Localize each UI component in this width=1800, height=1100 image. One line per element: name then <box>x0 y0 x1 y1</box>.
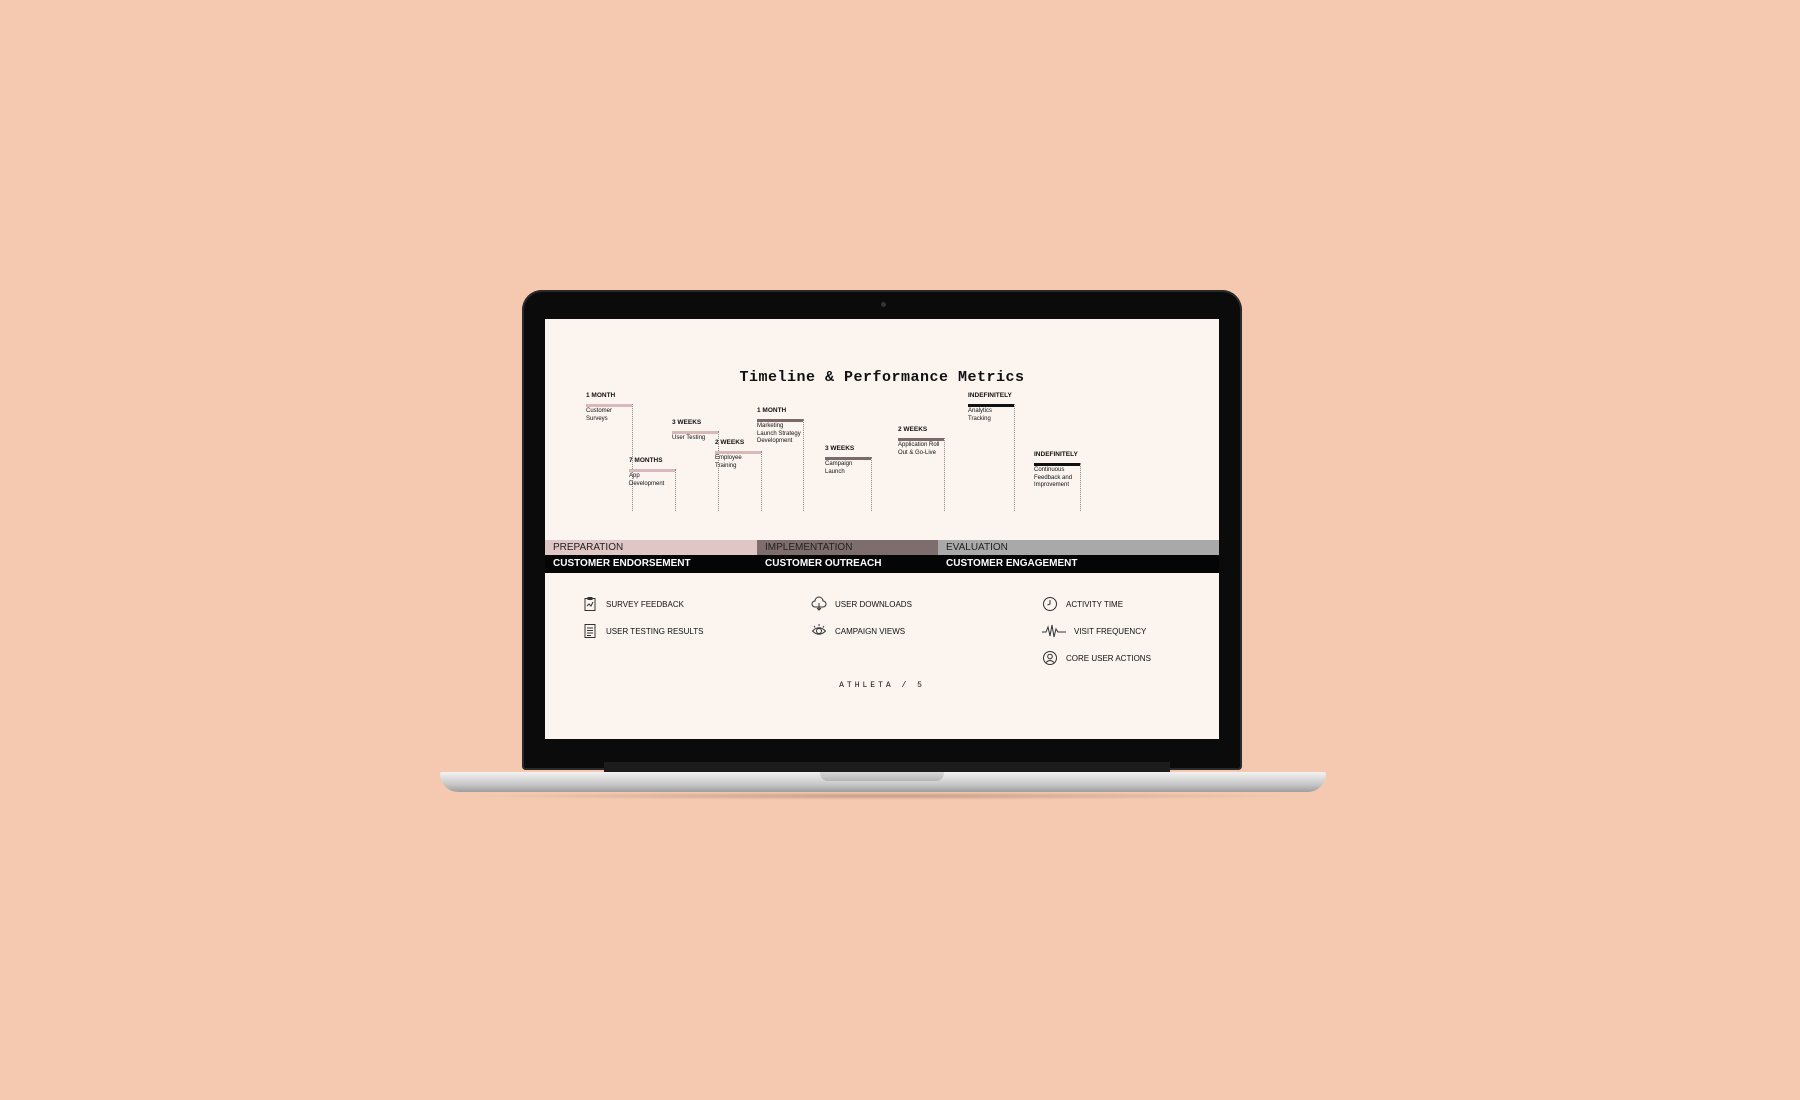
step-label: Continuous Feedback and Improvement <box>1034 467 1073 488</box>
laptop-hinge <box>604 762 1170 772</box>
step-bar <box>629 469 675 472</box>
step-dropline <box>871 457 872 511</box>
step-duration: 2 WEEKS <box>898 426 928 433</box>
laptop-mockup: Timeline & Performance Metrics 1 MONTH C… <box>0 0 1800 1100</box>
step-bar <box>586 404 632 407</box>
slide-title: Timeline & Performance Metrics <box>739 369 1025 386</box>
eye-icon <box>811 624 827 635</box>
step-dropline <box>761 451 762 511</box>
step-duration: INDEFINITELY <box>1034 451 1078 458</box>
laptop-lid: Timeline & Performance Metrics 1 MONTH C… <box>522 290 1242 770</box>
document-list-icon <box>584 624 596 638</box>
metric-label: SURVEY FEEDBACK <box>606 599 684 609</box>
step-duration: 1 MONTH <box>757 407 787 414</box>
metric-activity-time: ACTIVITY TIME <box>1042 596 1123 612</box>
step-dropline <box>1014 404 1015 511</box>
step-label: Application Roll Out & Go-Live <box>898 442 940 456</box>
step-duration: 1 MONTH <box>586 392 616 399</box>
phase-evaluation: EVALUATION <box>938 540 1219 555</box>
step-label: Customer Surveys <box>586 408 613 422</box>
phase-preparation: PREPARATION <box>545 540 757 555</box>
laptop-shadow <box>470 792 1296 800</box>
step-bar <box>757 419 803 422</box>
clock-icon <box>1043 597 1057 611</box>
camera-icon <box>881 302 886 307</box>
slide-screen: Timeline & Performance Metrics 1 MONTH C… <box>545 319 1219 739</box>
step-bar <box>1034 463 1080 466</box>
step-label: Employee Training <box>715 455 742 469</box>
metric-campaign-views: CAMPAIGN VIEWS <box>811 623 905 639</box>
metric-visit-frequency: VISIT FREQUENCY <box>1042 623 1146 639</box>
metric-label: CORE USER ACTIONS <box>1066 653 1151 663</box>
laptop-notch <box>820 772 944 781</box>
metric-label: USER DOWNLOADS <box>835 599 912 609</box>
step-duration: INDEFINITELY <box>968 392 1012 399</box>
step-dropline <box>944 438 945 511</box>
metric-survey-feedback: SURVEY FEEDBACK <box>582 596 684 612</box>
step-bar <box>672 431 718 434</box>
step-bar <box>968 404 1014 407</box>
step-label: App Development <box>629 473 665 487</box>
phase-implementation: IMPLEMENTATION <box>757 540 938 555</box>
metric-core-user-actions: CORE USER ACTIONS <box>1042 650 1151 666</box>
category-customer-endorsement: CUSTOMER ENDORSEMENT <box>553 558 691 569</box>
user-icon <box>1043 651 1057 665</box>
step-dropline <box>675 469 676 511</box>
metric-label: VISIT FREQUENCY <box>1074 626 1147 636</box>
category-customer-outreach: CUSTOMER OUTREACH <box>765 558 882 569</box>
step-duration: 3 WEEKS <box>825 445 855 452</box>
metric-label: CAMPAIGN VIEWS <box>835 626 906 636</box>
step-label: User Testing <box>672 435 706 441</box>
step-dropline <box>1080 463 1081 511</box>
clipboard-icon <box>584 597 596 611</box>
step-dropline <box>803 419 804 511</box>
metric-label: ACTIVITY TIME <box>1066 599 1124 609</box>
step-label: Campaign Launch <box>825 461 853 475</box>
step-bar <box>898 438 944 441</box>
step-label: Analytics Tracking <box>968 408 993 422</box>
slide-footer: ATHLETA / 5 <box>839 681 925 690</box>
metric-label: USER TESTING RESULTS <box>606 626 704 636</box>
step-duration: 7 MONTHS <box>629 457 663 464</box>
metric-user-downloads: USER DOWNLOADS <box>811 596 912 612</box>
step-label: Marketing Launch Strategy Development <box>757 423 801 444</box>
metric-user-testing-results: USER TESTING RESULTS <box>582 623 704 639</box>
step-duration: 2 WEEKS <box>715 439 745 446</box>
category-band: CUSTOMER ENDORSEMENT CUSTOMER OUTREACH C… <box>545 555 1219 573</box>
step-bar <box>825 457 871 460</box>
cloud-download-icon <box>811 596 827 611</box>
step-bar <box>715 451 761 454</box>
step-duration: 3 WEEKS <box>672 419 702 426</box>
pulse-icon <box>1042 624 1066 638</box>
category-customer-engagement: CUSTOMER ENGAGEMENT <box>946 558 1078 569</box>
